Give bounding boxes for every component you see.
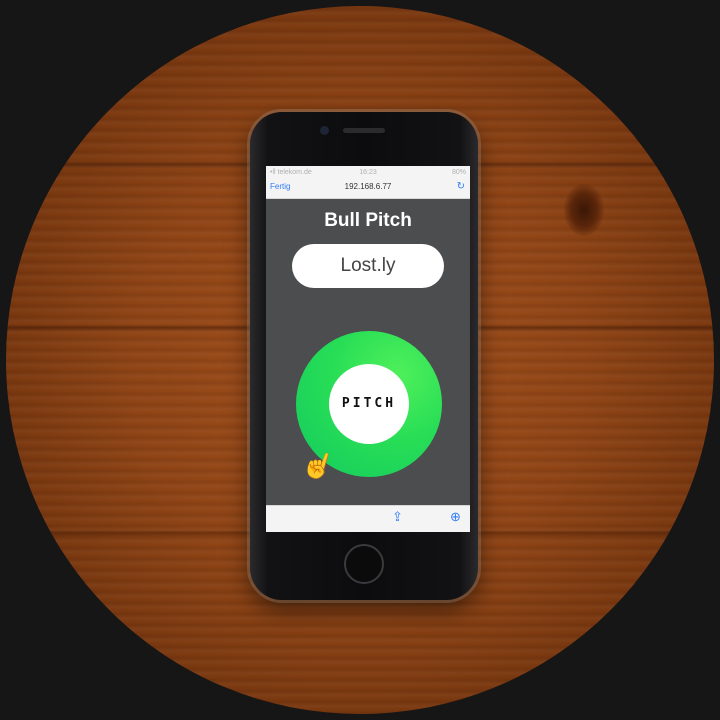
phone-screen: •ll telekom.de 16:23 80% Fertig 192.168.… bbox=[266, 166, 470, 532]
earpiece-speaker bbox=[343, 128, 385, 133]
home-button[interactable] bbox=[344, 544, 384, 584]
wood-knot bbox=[564, 184, 604, 236]
status-time: 16:23 bbox=[359, 169, 377, 176]
browser-toolbar: ⇪ ⊕ bbox=[266, 505, 470, 532]
share-icon[interactable]: ⇪ bbox=[392, 509, 403, 525]
status-bar: •ll telekom.de 16:23 80% bbox=[266, 166, 470, 180]
pitch-button[interactable]: PITCH bbox=[329, 364, 409, 444]
browser-address-bar: Fertig 192.168.6.77 ↻ bbox=[266, 180, 470, 199]
page-title: Bull Pitch bbox=[324, 210, 412, 231]
startup-name-field[interactable]: Lost.ly bbox=[292, 244, 444, 288]
compass-icon[interactable]: ⊕ bbox=[450, 509, 461, 525]
reload-icon[interactable]: ↻ bbox=[457, 181, 465, 192]
front-camera bbox=[320, 126, 329, 135]
battery-label: 80% bbox=[451, 169, 466, 176]
iphone-device: •ll telekom.de 16:23 80% Fertig 192.168.… bbox=[250, 112, 478, 600]
url-field[interactable]: 192.168.6.77 bbox=[266, 182, 470, 191]
